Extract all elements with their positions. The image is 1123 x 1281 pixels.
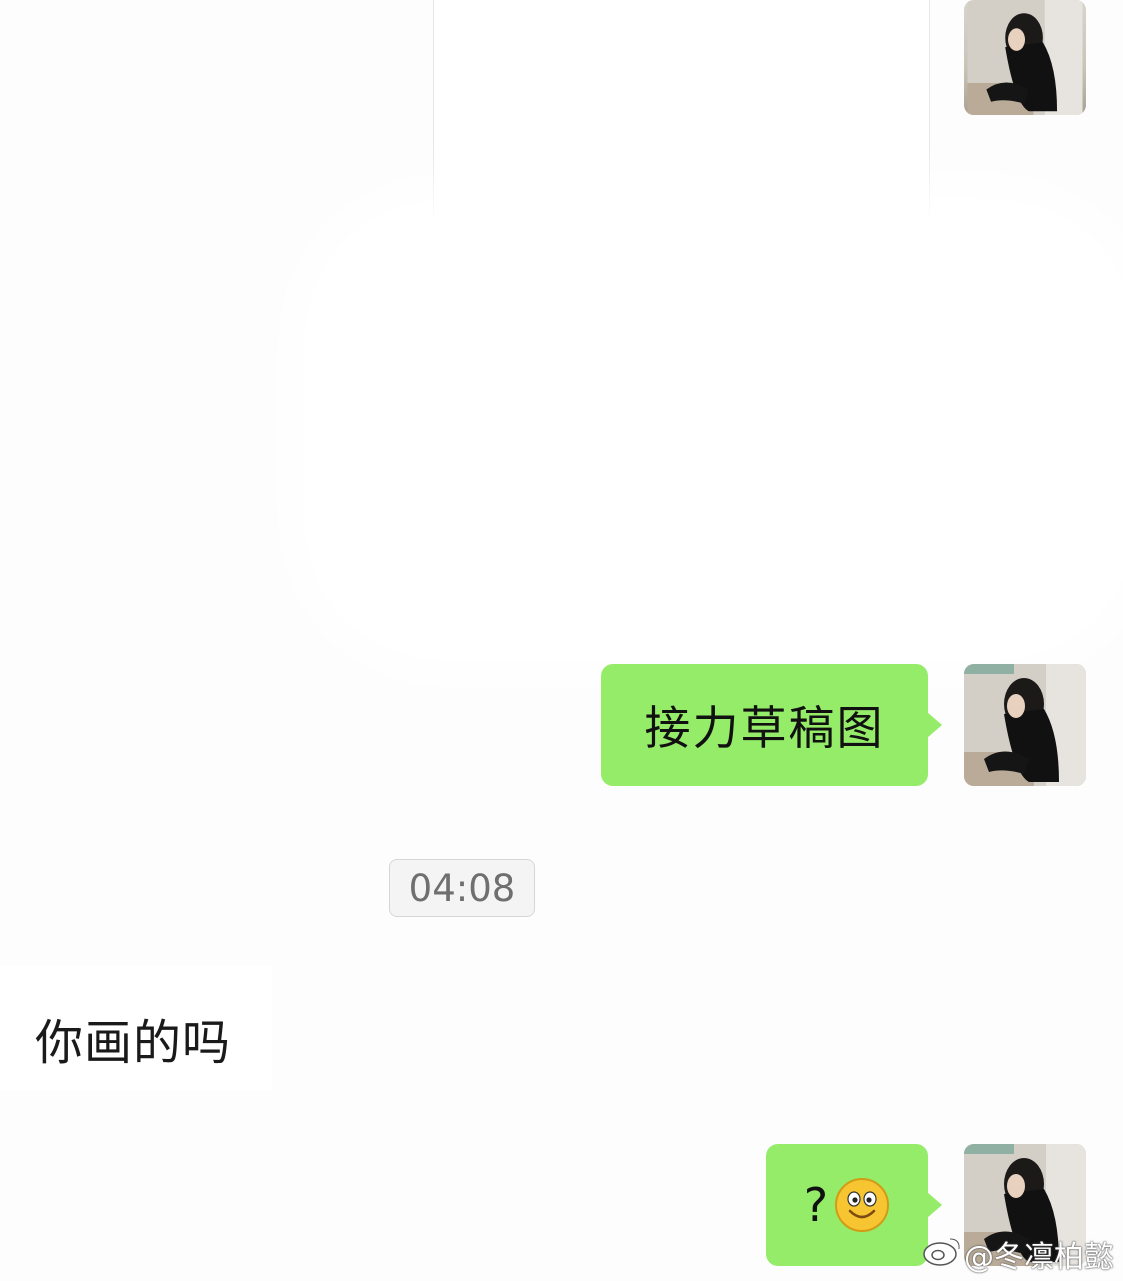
message-text: 你画的吗 (35, 1015, 232, 1071)
outgoing-message[interactable]: ? (766, 1144, 942, 1266)
smile-emoji-icon (834, 1177, 890, 1233)
outgoing-message[interactable]: 接力草稿图 (601, 664, 942, 786)
message-text: 接力草稿图 (644, 701, 885, 755)
timestamp-badge: 04:08 (389, 859, 535, 917)
bubble-tail (927, 712, 942, 738)
weibo-icon (922, 1233, 964, 1275)
message-text: ? (803, 1178, 829, 1232)
watermark: @冬凛柏懿 (922, 1232, 1114, 1276)
watermark-text: @冬凛柏懿 (964, 1240, 1114, 1275)
bubble-tail (927, 1192, 942, 1218)
image-overlay (320, 215, 1120, 645)
avatar[interactable] (964, 0, 1086, 115)
avatar[interactable] (964, 664, 1086, 786)
